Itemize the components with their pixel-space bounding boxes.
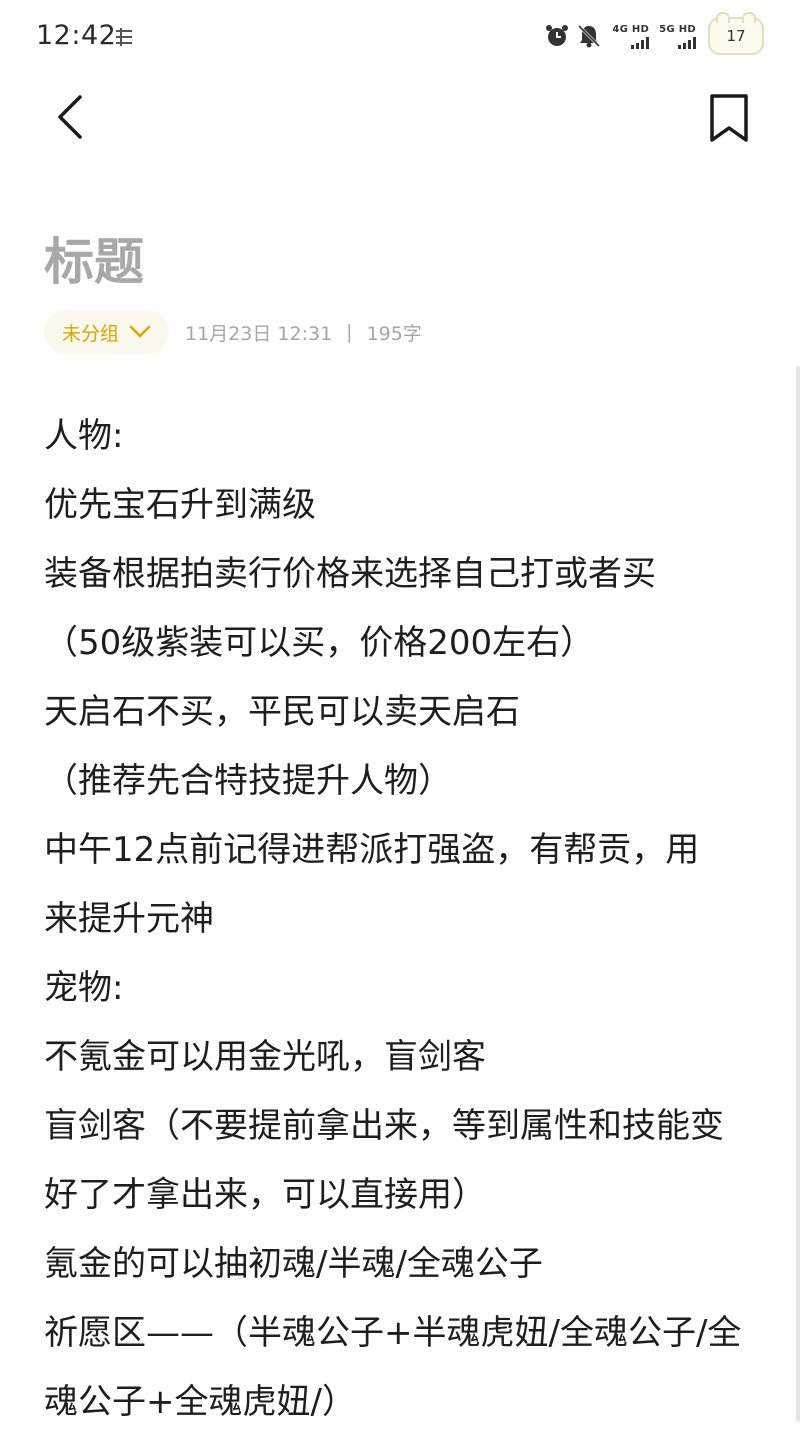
note-line: 魂公子+全魂虎妞/） xyxy=(44,1382,356,1422)
char-count: 195字 xyxy=(366,322,422,345)
signal-icon: 4G HD xyxy=(612,23,650,49)
note-body[interactable]: 人物: 优先宝石升到满级 装备根据拍卖行价格来选择自己打或者买 （50级紫装可以… xyxy=(44,402,764,1437)
network-2-label: 5G HD xyxy=(659,23,696,35)
group-selector[interactable]: 未分组 xyxy=(44,310,170,354)
note-line: 优先宝石升到满级 xyxy=(44,485,316,525)
battery-icon: 17 xyxy=(708,12,764,55)
note-date: 11月23日 12:31 xyxy=(185,322,333,345)
note-line: 好了才拿出来，可以直接用） xyxy=(44,1175,486,1215)
scrollbar[interactable] xyxy=(796,366,800,1422)
note-line: （50级紫装可以买，价格200左右） xyxy=(44,623,595,663)
note-title[interactable]: 标题 xyxy=(44,222,144,294)
note-line: 天启石不买，平民可以卖天启石 xyxy=(44,692,520,732)
mute-bell-icon xyxy=(578,24,601,48)
status-icons: 4G HD 5G HD 17 xyxy=(544,12,764,58)
chevron-down-icon xyxy=(129,325,151,338)
note-line: 氪金的可以抽初魂/半魂/全魂公子 xyxy=(44,1244,543,1284)
network-1-label: 4G HD xyxy=(612,23,650,35)
bookmark-button[interactable] xyxy=(706,92,752,144)
alarm-icon xyxy=(546,25,569,46)
note-line: 中午12点前记得进帮派打强盗，有帮贡，用 xyxy=(44,830,700,870)
meta-separator: | xyxy=(346,321,353,343)
notification-icon xyxy=(116,28,132,46)
note-line: 来提升元神 xyxy=(44,899,214,939)
note-line: 不氪金可以用金光吼，盲剑客 xyxy=(44,1037,486,1077)
status-bar: 12:42 4G HD 5G HD 17 xyxy=(0,0,800,76)
status-time: 12:42 xyxy=(36,20,117,51)
back-button[interactable] xyxy=(50,92,94,142)
note-line: （推荐先合特技提升人物） xyxy=(44,761,452,801)
signal-icon: 5G HD xyxy=(659,24,696,49)
note-line: 祈愿区——（半魂公子+半魂虎妞/全魂公子/全 xyxy=(44,1313,742,1353)
bookmark-icon xyxy=(710,94,748,142)
note-meta: 未分组 11月23日 12:31 | 195字 xyxy=(44,310,422,354)
group-label: 未分组 xyxy=(62,322,120,345)
note-line: 盲剑客（不要提前拿出来，等到属性和技能变 xyxy=(44,1106,724,1146)
battery-level: 17 xyxy=(726,27,746,45)
chevron-left-icon xyxy=(58,95,82,139)
note-line: 装备根据拍卖行价格来选择自己打或者买 xyxy=(44,554,656,594)
note-line: 人物: xyxy=(44,416,124,456)
note-line: 宠物: xyxy=(44,968,124,1008)
